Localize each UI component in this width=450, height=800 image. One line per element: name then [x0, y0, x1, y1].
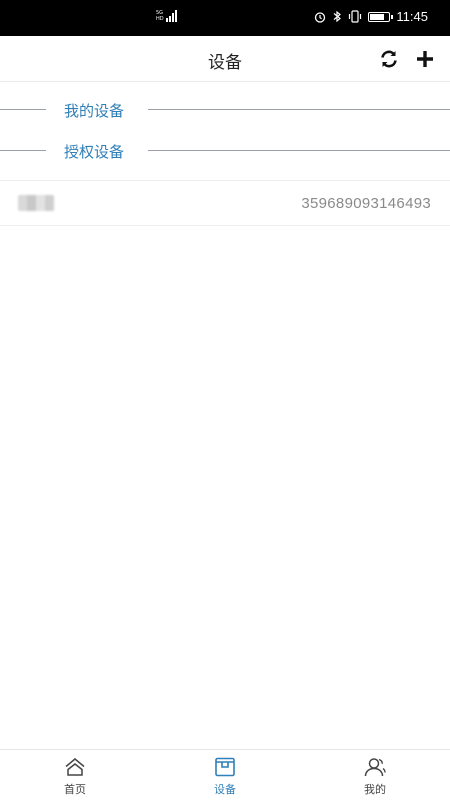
nav-item-device[interactable]: 设备 [150, 750, 300, 800]
status-icons: 11:45 [314, 9, 428, 24]
divider-line [148, 109, 450, 110]
add-device-button[interactable] [412, 46, 438, 72]
header-bar: 设备 [0, 36, 450, 82]
signal-icon [165, 10, 177, 22]
nav-home-label: 首页 [64, 783, 86, 796]
alarm-icon [315, 11, 326, 23]
divider-line [0, 109, 46, 110]
plus-icon [417, 51, 433, 67]
home-icon [63, 756, 87, 778]
refresh-icon [381, 50, 397, 68]
network-hd-label: HD [156, 16, 164, 22]
device-icon [213, 756, 237, 778]
nav-device-label: 设备 [214, 783, 236, 796]
network-indicator: 5G HD [156, 10, 177, 22]
bottom-nav: 首页 设备 我的 [0, 749, 450, 800]
nav-mine-label: 我的 [364, 783, 386, 796]
bluetooth-icon [334, 10, 342, 23]
device-name-blurred [18, 195, 54, 211]
vibrate-icon [349, 10, 362, 23]
device-list-item[interactable]: 359689093146493 [0, 180, 450, 226]
divider-line [0, 150, 46, 151]
battery-icon [368, 11, 394, 22]
device-id: 359689093146493 [301, 195, 431, 212]
my-devices-section[interactable]: 我的设备 [0, 90, 450, 130]
status-time: 11:45 [396, 9, 428, 24]
authorized-devices-section[interactable]: 授权设备 [0, 131, 450, 171]
authorized-devices-label: 授权设备 [64, 143, 125, 161]
refresh-button[interactable] [376, 46, 402, 72]
divider-line [148, 150, 450, 151]
status-bar: 5G HD 11:45 [0, 0, 450, 36]
my-devices-label: 我的设备 [64, 102, 125, 120]
nav-item-mine[interactable]: 我的 [300, 750, 450, 800]
nav-item-home[interactable]: 首页 [0, 750, 150, 800]
user-icon [363, 756, 387, 778]
